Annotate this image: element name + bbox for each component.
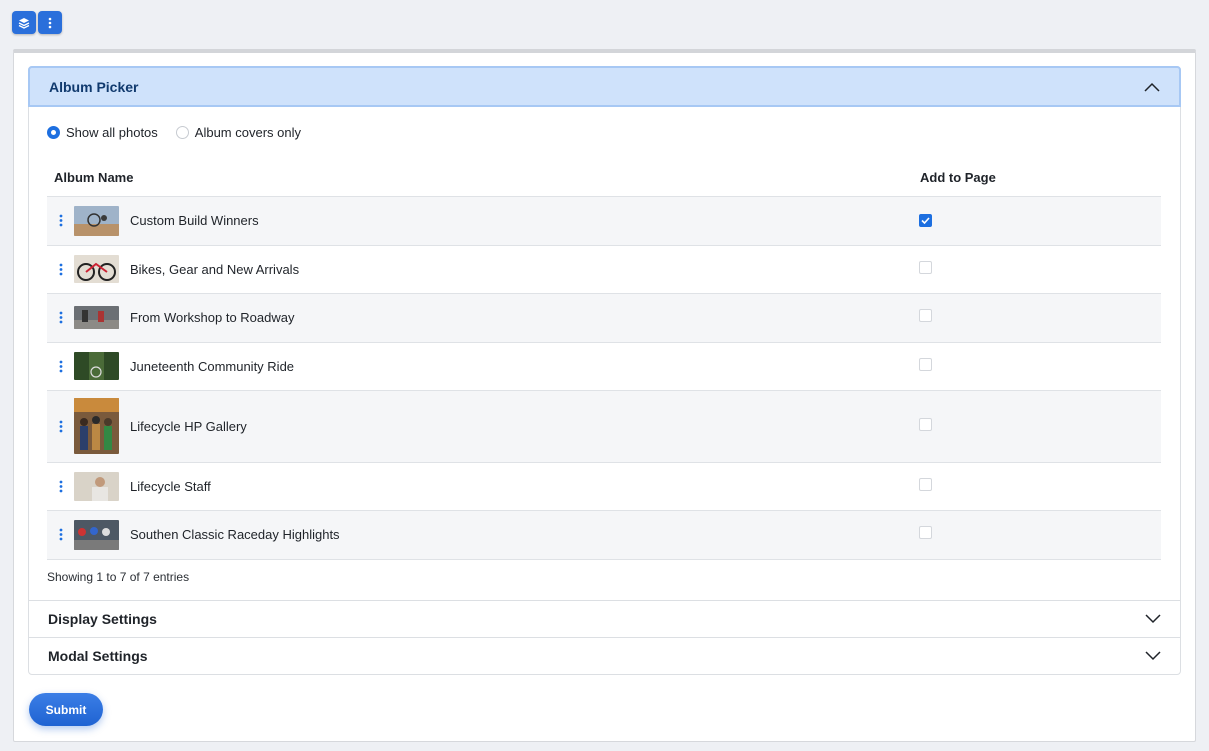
more-vertical-icon — [48, 17, 52, 28]
add-to-page-checkbox[interactable] — [919, 308, 932, 322]
drag-handle-icon[interactable] — [47, 360, 74, 373]
more-options-button[interactable] — [38, 11, 62, 34]
add-to-page-checkbox[interactable] — [919, 213, 932, 227]
drag-handle-icon[interactable] — [47, 420, 74, 433]
display-settings-header[interactable]: Display Settings — [29, 599, 1180, 637]
add-to-page-checkbox[interactable] — [919, 357, 932, 371]
album-name: Lifecycle Staff — [130, 478, 211, 494]
album-name: Lifecycle HP Gallery — [130, 418, 247, 434]
album-name: Southen Classic Raceday Highlights — [130, 527, 340, 542]
album-thumbnail — [74, 352, 119, 380]
show-all-photos-option[interactable]: Show all photos — [47, 125, 158, 140]
add-to-page-checkbox[interactable] — [919, 260, 932, 274]
chevron-down-icon — [1145, 613, 1161, 623]
table-row: Custom Build Winners — [47, 196, 1161, 246]
table-row: Juneteenth Community Ride — [47, 342, 1161, 391]
add-to-page-checkbox[interactable] — [919, 525, 932, 539]
modal-settings-header[interactable]: Modal Settings — [29, 636, 1180, 674]
album-name: Juneteenth Community Ride — [130, 358, 295, 374]
drag-handle-icon[interactable] — [47, 214, 74, 227]
display-settings-title: Display Settings — [48, 610, 157, 627]
table-row: From Workshop to Roadway — [47, 293, 1161, 343]
top-toolbar — [12, 11, 62, 34]
table-row: Southen Classic Raceday Highlights — [47, 510, 1161, 560]
layers-button[interactable] — [12, 11, 36, 34]
modal-settings-title: Modal Settings — [48, 647, 148, 664]
album-thumbnail — [74, 205, 119, 236]
album-table: Album Name Add to Page Custom Build Winn… — [47, 160, 1161, 560]
album-name: Custom Build Winners — [130, 213, 259, 228]
album-picker-body: Show all photos Album covers only Album … — [29, 107, 1180, 600]
album-picker-title: Album Picker — [49, 78, 139, 95]
table-row: Bikes, Gear and New Arrivals — [47, 245, 1161, 294]
drag-handle-icon[interactable] — [47, 528, 74, 541]
drag-handle-icon[interactable] — [47, 311, 74, 324]
drag-handle-icon[interactable] — [47, 263, 74, 276]
entries-info: Showing 1 to 7 of 7 entries — [47, 569, 190, 584]
album-covers-only-option[interactable]: Album covers only — [175, 125, 301, 140]
settings-accordion: Album Picker Show all photos Album cover… — [28, 66, 1181, 675]
album-picker-header[interactable]: Album Picker — [28, 66, 1181, 107]
album-thumbnail — [74, 255, 119, 283]
album-covers-only-label: Album covers only — [194, 125, 301, 140]
drag-handle-icon[interactable] — [47, 480, 74, 493]
show-all-photos-label: Show all photos — [66, 125, 158, 140]
album-thumbnail — [74, 398, 119, 454]
album-thumbnail — [74, 471, 119, 501]
show-all-photos-radio[interactable] — [47, 126, 60, 139]
chevron-up-icon — [1144, 82, 1160, 92]
album-thumbnail — [74, 519, 119, 550]
chevron-down-icon — [1145, 650, 1161, 660]
checkmark-icon — [921, 216, 930, 224]
submit-button[interactable]: Submit — [29, 693, 103, 726]
column-add-to-page[interactable]: Add to Page — [913, 160, 1161, 197]
album-thumbnail — [74, 306, 119, 329]
add-to-page-checkbox[interactable] — [919, 477, 932, 491]
layers-icon — [18, 17, 30, 29]
table-row: Lifecycle Staff — [47, 462, 1161, 511]
column-album-name[interactable]: Album Name — [47, 160, 913, 197]
album-covers-only-radio[interactable] — [175, 126, 189, 139]
table-row: Lifecycle HP Gallery — [47, 390, 1161, 463]
album-name: Bikes, Gear and New Arrivals — [130, 261, 300, 277]
view-mode-radios: Show all photos Album covers only — [47, 125, 1162, 140]
album-name: From Workshop to Roadway — [130, 310, 295, 325]
table-header-row: Album Name Add to Page — [47, 160, 1161, 197]
add-to-page-checkbox[interactable] — [919, 417, 932, 431]
main-panel: Album Picker Show all photos Album cover… — [13, 49, 1196, 742]
